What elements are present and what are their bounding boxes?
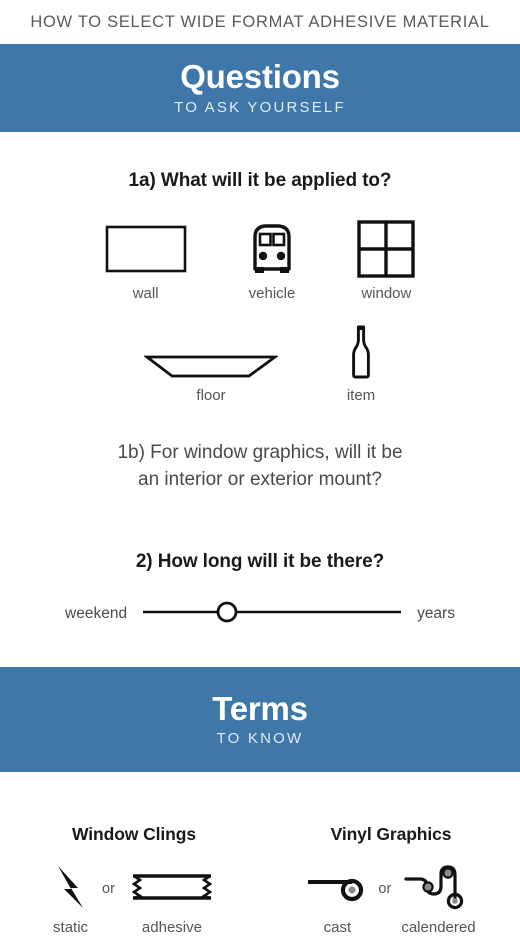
term-calendered[interactable]: calendered — [401, 863, 476, 936]
slider-knob — [216, 601, 238, 623]
slider-left-label: weekend — [65, 605, 128, 623]
option-window-label: window — [361, 285, 412, 302]
option-wall-label: wall — [132, 285, 159, 302]
wall-icon — [105, 220, 187, 278]
terms-banner-title: Terms — [212, 689, 308, 727]
questions-banner-subtitle: TO ASK YOURSELF — [174, 98, 346, 116]
question-1b-line-1: 1b) For window graphics, will it be — [117, 442, 403, 463]
page-title: HOW TO SELECT WIDE FORMAT ADHESIVE MATER… — [30, 12, 490, 31]
term-cast-label: cast — [323, 918, 352, 936]
vehicle-icon — [249, 220, 295, 278]
term-cast[interactable]: cast — [306, 863, 368, 936]
item-bottle-icon — [346, 324, 376, 380]
terms-group-window-clings: Window Clings static or adhesive — [29, 824, 239, 936]
questions-banner: Questions TO ASK YOURSELF — [0, 44, 520, 132]
slider-track-area[interactable] — [141, 600, 403, 629]
terms-group-vinyl-graphics: Vinyl Graphics cast or calendered — [291, 824, 491, 936]
option-wall[interactable]: wall — [105, 220, 187, 302]
option-vehicle-label: vehicle — [248, 285, 296, 302]
question-1b-line-2: an interior or exterior mount? — [138, 468, 382, 490]
lightning-bolt-icon — [54, 863, 88, 911]
calender-rollers-icon — [404, 863, 472, 911]
vinyl-graphics-items: cast or calendered — [306, 863, 476, 936]
option-item-label: item — [346, 387, 376, 404]
option-item[interactable]: item — [346, 324, 376, 404]
cast-roll-icon — [306, 863, 368, 911]
terms-banner: Terms TO KNOW — [0, 666, 520, 772]
option-window[interactable]: window — [357, 220, 416, 302]
term-static-label: static — [53, 918, 89, 936]
adhesive-tape-icon — [129, 863, 215, 911]
duration-slider[interactable]: weekend years — [0, 600, 520, 629]
term-calendered-label: calendered — [401, 918, 476, 936]
terms-banner-subtitle: TO KNOW — [216, 730, 304, 748]
window-clings-items: static or adhesive — [53, 863, 215, 936]
terms-group-window-clings-title: Window Clings — [72, 823, 196, 844]
window-clings-separator: or — [102, 880, 115, 897]
term-adhesive-label: adhesive — [141, 918, 202, 936]
term-adhesive[interactable]: adhesive — [129, 863, 215, 936]
question-2-heading: 2) How long will it be there? — [135, 550, 385, 572]
floor-icon — [144, 324, 278, 380]
question-1a-options-row-2: floor item — [0, 324, 520, 404]
option-vehicle[interactable]: vehicle — [248, 220, 296, 302]
question-1a-options-row-1: wall vehicle window — [0, 220, 520, 302]
option-floor-label: floor — [196, 387, 226, 404]
window-icon — [357, 220, 416, 278]
term-static[interactable]: static — [53, 863, 88, 936]
option-floor[interactable]: floor — [144, 324, 278, 404]
questions-banner-title: Questions — [180, 58, 340, 96]
question-1a-heading: 1a) What will it be applied to? — [128, 170, 392, 191]
slider-right-label: years — [417, 605, 455, 623]
infographic-page: HOW TO SELECT WIDE FORMAT ADHESIVE MATER… — [0, 0, 520, 941]
terms-groups: Window Clings static or adhesive Vinyl G… — [0, 824, 520, 936]
terms-group-vinyl-graphics-title: Vinyl Graphics — [330, 823, 452, 844]
vinyl-graphics-separator: or — [378, 880, 392, 897]
